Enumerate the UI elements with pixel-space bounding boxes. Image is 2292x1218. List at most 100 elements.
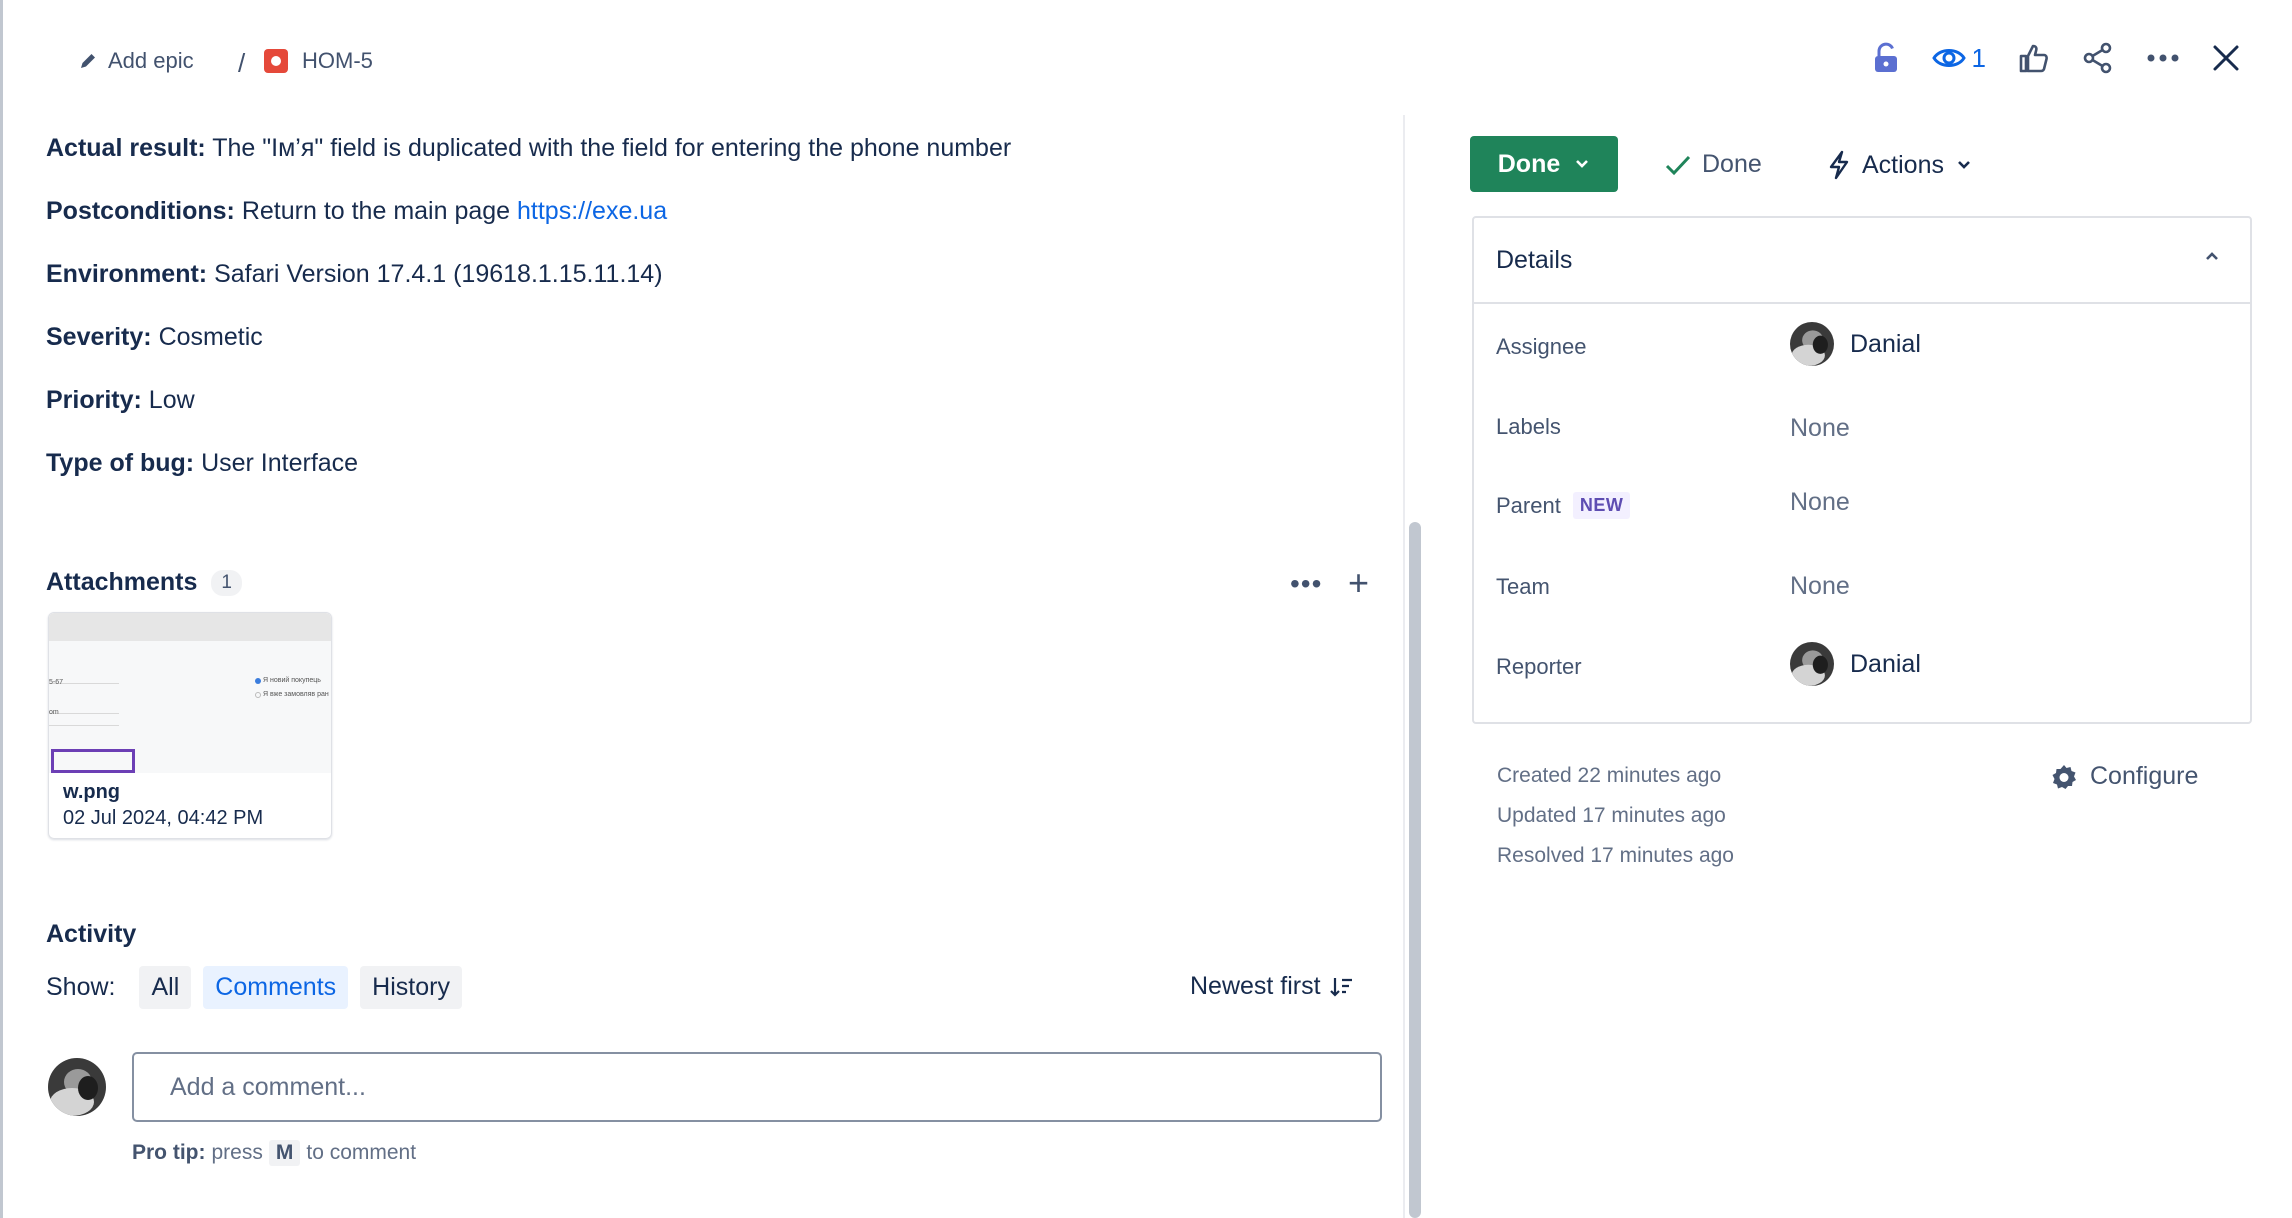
attachment-name: w.png — [63, 781, 121, 803]
filter-all-button[interactable]: All — [139, 966, 192, 1009]
pencil-icon — [81, 54, 95, 68]
description-row-severity: Severity: Cosmetic — [46, 321, 1376, 353]
avatar — [1790, 642, 1834, 686]
share-icon — [2083, 42, 2112, 74]
radio-dot-icon — [255, 692, 261, 698]
postconditions-link[interactable]: https://exe.ua — [517, 197, 667, 225]
share-button[interactable] — [2082, 42, 2114, 74]
assignee-field[interactable]: Danial — [1790, 322, 1921, 366]
unlock-icon — [1874, 42, 1897, 72]
parent-field[interactable]: None — [1790, 488, 1850, 517]
field-value: Return to the main page — [234, 197, 518, 225]
field-label: Actual result: — [46, 134, 206, 162]
activity-filter-row: Show: All Comments History — [46, 966, 462, 1009]
thumbnail-text: 5-67 — [49, 679, 64, 686]
chevron-down-icon — [1576, 160, 1589, 168]
resolution-label: Done — [1702, 150, 1762, 178]
field-value: Cosmetic — [151, 323, 263, 351]
filter-comments-button[interactable]: Comments — [203, 966, 349, 1009]
shortcut-key: M — [268, 1140, 301, 1166]
lightning-icon — [1829, 150, 1849, 180]
breadcrumb-separator: / — [238, 48, 246, 78]
more-actions-button[interactable] — [2146, 53, 2180, 63]
attachment-card[interactable]: 5-67 om Я новий покупець Я вже замовляв … — [48, 612, 332, 839]
field-value: User Interface — [194, 449, 359, 477]
resolution-status: Done — [1664, 150, 1762, 179]
status-label: Done — [1497, 149, 1561, 178]
attachments-count: 1 — [211, 569, 242, 596]
thumbnail-text: om — [49, 709, 59, 716]
configure-label: Configure — [2090, 762, 2199, 790]
created-timestamp: Created 22 minutes ago — [1497, 764, 1722, 787]
close-button[interactable] — [2212, 44, 2240, 72]
parent-label: Parent — [1496, 492, 1561, 518]
details-header[interactable]: Details — [1474, 218, 2250, 304]
reporter-field[interactable]: Danial — [1790, 642, 1921, 686]
field-label: Environment: — [46, 260, 208, 288]
add-attachment-button[interactable]: + — [1348, 562, 1369, 604]
description-row-actual-result: Actual result: The "Ім’я" field is dupli… — [46, 132, 1376, 164]
comment-input[interactable]: Add a comment... — [132, 1052, 1382, 1122]
pro-tip-suffix: to comment — [306, 1141, 417, 1164]
status-dropdown-button[interactable]: Done — [1470, 136, 1618, 192]
issue-description: Actual result: The "Ім’я" field is dupli… — [46, 132, 1376, 510]
close-icon — [2213, 45, 2239, 71]
thumbnail-text: Я новий покупець — [263, 677, 321, 684]
description-row-type-of-bug: Type of bug: User Interface — [46, 447, 1376, 479]
updated-timestamp: Updated 17 minutes ago — [1497, 804, 1726, 827]
thumbnail-text: Я вже замовляв ран — [263, 691, 329, 698]
window-left-edge — [0, 0, 3, 1218]
configure-button[interactable]: Configure — [2050, 762, 2198, 791]
current-user-avatar — [48, 1058, 106, 1116]
details-title: Details — [1496, 246, 1573, 274]
attachment-date: 02 Jul 2024, 04:42 PM — [63, 807, 264, 829]
gear-icon — [2052, 764, 2076, 789]
activity-title: Activity — [46, 920, 137, 948]
column-divider — [1403, 115, 1405, 1218]
details-panel: Details Assignee Danial Labels None Pare… — [1472, 216, 2252, 724]
radio-dot-icon — [255, 678, 261, 684]
bug-type-icon — [264, 49, 288, 73]
description-row-postconditions: Postconditions: Return to the main page … — [46, 195, 1376, 227]
attachments-more-button[interactable]: ••• — [1290, 568, 1322, 600]
sort-order-label: Newest first — [1190, 972, 1321, 1000]
thumbnail-line — [49, 725, 119, 726]
add-epic-link[interactable]: Add epic — [78, 48, 194, 74]
restrictions-button[interactable] — [1872, 42, 1900, 74]
labels-label: Labels — [1496, 414, 1561, 439]
actions-dropdown-button[interactable]: Actions — [1828, 150, 1972, 180]
eye-icon — [1931, 49, 1966, 67]
field-label: Severity: — [46, 323, 152, 351]
sort-order-button[interactable]: Newest first — [1190, 972, 1353, 1001]
pro-tip-text: press — [211, 1141, 263, 1164]
description-row-priority: Priority: Low — [46, 384, 1376, 416]
attachment-thumbnail: 5-67 om Я новий покупець Я вже замовляв … — [49, 613, 331, 773]
watchers-count: 1 — [1971, 42, 1986, 73]
new-badge: NEW — [1572, 492, 1631, 519]
field-value: Safari Version 17.4.1 (19618.1.15.11.14) — [207, 260, 663, 288]
attachments-header: Attachments 1 — [46, 568, 242, 597]
more-icon — [2147, 54, 2179, 62]
pro-tip-label: Pro tip: — [132, 1141, 206, 1164]
avatar — [1790, 322, 1834, 366]
chevron-down-icon — [1958, 161, 1970, 169]
resolved-timestamp: Resolved 17 minutes ago — [1497, 844, 1734, 867]
reporter-label: Reporter — [1496, 654, 1582, 679]
show-label: Show: — [46, 973, 116, 1001]
attachments-title: Attachments — [46, 568, 198, 596]
sort-descending-icon — [1329, 977, 1352, 997]
field-label: Type of bug: — [46, 449, 195, 477]
team-field[interactable]: None — [1790, 572, 1850, 601]
actions-label: Actions — [1862, 150, 1944, 179]
labels-field[interactable]: None — [1790, 414, 1850, 443]
watch-button[interactable]: 1 — [1931, 42, 1986, 74]
field-value: The "Ім’я" field is duplicated with the … — [205, 134, 1012, 162]
add-epic-label: Add epic — [108, 48, 194, 73]
issue-key-link[interactable]: HOM-5 — [264, 48, 373, 74]
filter-history-button[interactable]: History — [360, 966, 462, 1009]
scrollbar-thumb[interactable] — [1409, 522, 1421, 1218]
field-label: Postconditions: — [46, 197, 235, 225]
parent-label-row: Parent NEW — [1496, 492, 1631, 519]
vote-button[interactable] — [2018, 42, 2050, 74]
reporter-name: Danial — [1850, 649, 1921, 678]
